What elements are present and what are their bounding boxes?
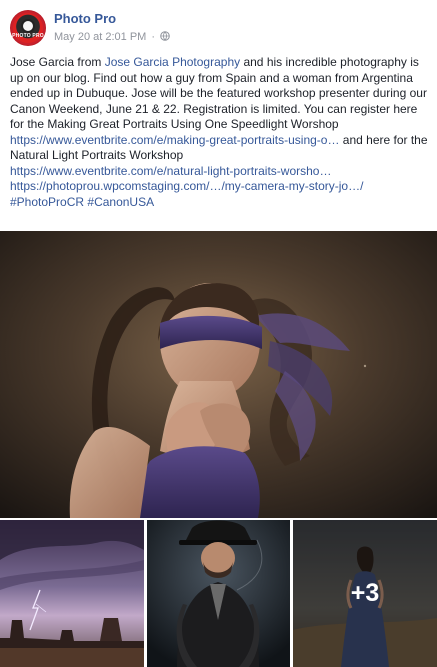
post-text: Jose Garcia from Jose Garcia Photography… [10, 55, 428, 210]
meta-separator: · [151, 31, 156, 43]
page-name[interactable]: Photo Pro [54, 11, 116, 26]
man-in-hat-image [147, 520, 290, 667]
blog-link[interactable]: https://photoprou.wpcomstaging.com/…/my-… [10, 179, 363, 193]
eventbrite-link-natural-light[interactable]: https://www.eventbrite.com/e/natural-lig… [10, 164, 331, 178]
hashtag-canonusa[interactable]: #CanonUSA [87, 195, 154, 209]
thumb-photo-1[interactable] [0, 520, 144, 667]
lens-icon [21, 19, 35, 33]
post-meta: May 20 at 2:01 PM · [54, 31, 170, 43]
page-avatar[interactable]: PHOTO PRO [10, 10, 46, 46]
facebook-post: PHOTO PRO Photo Pro May 20 at 2:01 PM · … [0, 0, 437, 667]
hashtag-photoprocr[interactable]: #PhotoProCR [10, 195, 84, 209]
thumb-photo-3[interactable]: +3 [293, 520, 437, 667]
lightning-landscape-image [0, 520, 144, 667]
more-photos-count[interactable]: +3 [293, 520, 437, 667]
photo-grid: +3 [0, 520, 437, 667]
eventbrite-link-speedlight[interactable]: https://www.eventbrite.com/e/making-grea… [10, 133, 339, 147]
blindfolded-woman-image [0, 231, 437, 518]
photographer-link[interactable]: Jose Garcia Photography [105, 55, 240, 69]
post-header: PHOTO PRO Photo Pro May 20 at 2:01 PM · [10, 10, 430, 50]
globe-icon[interactable] [160, 31, 170, 41]
text-segment: Jose Garcia from [10, 55, 105, 69]
thumb-photo-2[interactable] [147, 520, 290, 667]
post-timestamp[interactable]: May 20 at 2:01 PM [54, 31, 146, 43]
avatar-logo-text: PHOTO PRO [12, 33, 44, 39]
main-photo[interactable] [0, 231, 437, 518]
